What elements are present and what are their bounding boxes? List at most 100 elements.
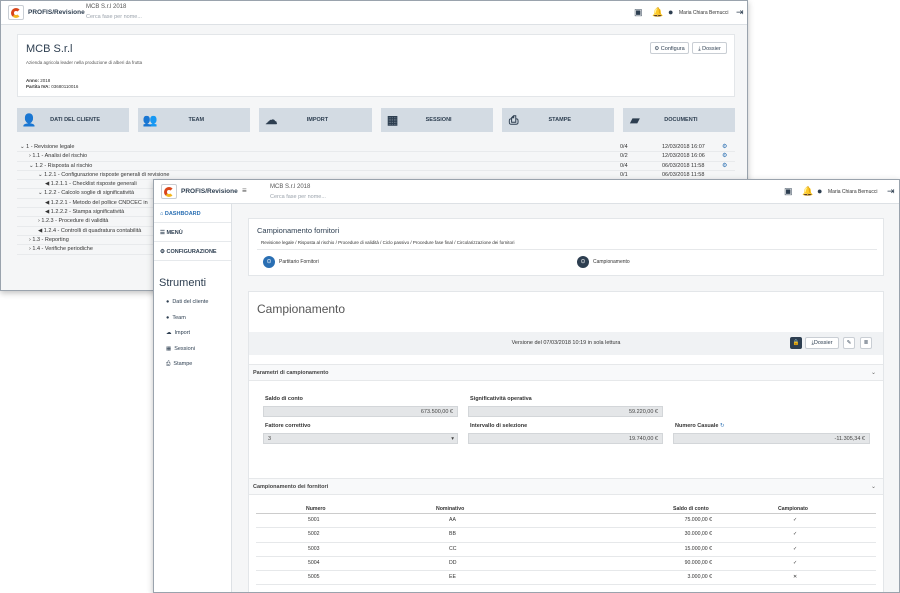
breadcrumb-item[interactable]: Procedure fase final bbox=[413, 240, 453, 245]
table-row[interactable]: 5005 EE 3.000,00 € ✕ bbox=[256, 571, 876, 586]
gear-icon[interactable]: ⚙ bbox=[722, 152, 727, 159]
tile-team[interactable]: 👥 TEAM bbox=[138, 108, 251, 132]
hamburger-icon[interactable]: ≡ bbox=[242, 186, 247, 195]
tree-row[interactable]: ⌄ 1 - Revisione legale 0/4 12/03/2018 16:0… bbox=[17, 143, 735, 153]
version-text: Versione del 07/03/2018 10:19 in sola le… bbox=[511, 340, 621, 346]
client-title: MCB S.r.l 2018 bbox=[86, 4, 127, 10]
intervallo-label: Intervallo di selezione bbox=[470, 423, 528, 429]
chevron-down-icon[interactable]: ⌄ bbox=[871, 369, 876, 376]
tile-documenti[interactable]: ▰ DOCUMENTI bbox=[622, 108, 736, 132]
cell-campionato: ✕ bbox=[793, 574, 798, 581]
breadcrumb-item[interactable]: Revisione legale bbox=[261, 240, 294, 245]
fattore-label: Fattore correttivo bbox=[265, 423, 311, 429]
cell-numero: 5002 bbox=[308, 531, 320, 538]
tool-sessioni[interactable]: ▦ Sessioni bbox=[154, 342, 231, 358]
dossier-button[interactable]: ⤓ Dossier bbox=[692, 42, 727, 54]
step-label-2[interactable]: Campionamento bbox=[593, 259, 630, 265]
saldo-label: Saldo di conto bbox=[265, 396, 303, 402]
nav-label: MENÙ bbox=[166, 230, 183, 236]
nav-label: CONFIGURAZIONE bbox=[166, 249, 217, 255]
caret-down-icon: ▾ bbox=[451, 436, 454, 442]
refresh-icon[interactable]: ↻ bbox=[720, 423, 725, 429]
table-header-bar[interactable]: Campionamento dei fornitori ⌄ bbox=[249, 478, 883, 495]
cell-numero: 5001 bbox=[308, 517, 320, 523]
step-label-1[interactable]: Partitario Fornitori bbox=[279, 259, 319, 265]
tile-sessioni[interactable]: ▦ SESSIONI bbox=[380, 108, 493, 132]
user-icon: 👤 bbox=[21, 113, 37, 127]
cell-saldo: 30.000,00 € bbox=[684, 531, 712, 538]
client-card: MCB S.r.l Azienda agricola leader nella … bbox=[17, 34, 735, 97]
gear-icon[interactable]: ⚙ bbox=[722, 143, 727, 150]
tile-stampe[interactable]: ⎙ STAMPE bbox=[501, 108, 614, 132]
tool-import[interactable]: ☁ Import bbox=[154, 326, 231, 342]
nav-menu[interactable]: ☰ MENÙ bbox=[154, 223, 231, 242]
logout-icon[interactable]: ⇥ bbox=[887, 186, 895, 197]
tree-count: 0/2 bbox=[620, 153, 628, 160]
tree-date: 06/03/2018 11:58 bbox=[662, 171, 705, 178]
tree-row-label: ◀ 1.2.2.2 - Stampa significatività bbox=[45, 209, 125, 216]
table-row[interactable]: 5001 AA 75.000,00 € ✓ bbox=[256, 514, 876, 529]
table-title: Campionamento dei fornitori bbox=[253, 484, 329, 490]
col-nominativo: Nominativo bbox=[436, 506, 465, 512]
foreground-window: PROFIS/Revisione ≡ MCB S.r.l 2018 Cerca … bbox=[153, 179, 900, 593]
cell-campionato: ✓ bbox=[793, 545, 798, 552]
strumenti-title: Strumenti bbox=[159, 277, 207, 289]
lock-icon[interactable]: 🔒 bbox=[790, 337, 802, 349]
gear-icon[interactable]: ⚙ bbox=[722, 162, 727, 169]
dossier-button[interactable]: ⤓Dossier bbox=[805, 337, 839, 349]
cell-saldo: 3.000,00 € bbox=[687, 574, 712, 581]
monitor-icon[interactable]: ▣ bbox=[634, 7, 643, 18]
breadcrumb-item[interactable]: Risposta al rischio bbox=[298, 240, 335, 245]
table-row[interactable]: 5003 CC 15.000,00 € ✓ bbox=[256, 543, 876, 557]
tool-dati-cliente[interactable]: ● Dati del cliente bbox=[154, 295, 231, 311]
tree-count: 0/1 bbox=[620, 171, 628, 178]
breadcrumb-item[interactable]: Ciclo passivo bbox=[383, 240, 410, 245]
nav-dashboard[interactable]: ⌂ DASHBOARD bbox=[154, 204, 231, 223]
step-icon-2[interactable]: ⊙ bbox=[577, 256, 589, 268]
tree-row[interactable]: ⌄ 1.2 - Risposta al rischio 0/4 06/03/2018… bbox=[17, 162, 735, 171]
calendar-icon: ▦ bbox=[386, 113, 399, 127]
breadcrumb-item[interactable]: Circolarizzazione dei fornitori bbox=[457, 240, 515, 245]
menu-icon[interactable]: ≣ bbox=[860, 337, 872, 349]
monitor-icon[interactable]: ▣ bbox=[784, 186, 793, 197]
user-name[interactable]: Maria Chiara Bernucci bbox=[679, 10, 728, 16]
user-name[interactable]: Maria Chiara Bernucci bbox=[828, 189, 877, 195]
bell-icon[interactable]: 🔔 bbox=[802, 186, 813, 197]
tile-import[interactable]: ☁ IMPORT bbox=[259, 108, 372, 132]
nav-configurazione[interactable]: ⚙ CONFIGURAZIONE bbox=[154, 242, 231, 261]
step-icon-1[interactable]: ⊙ bbox=[263, 256, 275, 268]
configura-button[interactable]: ⚙ Configura bbox=[650, 42, 689, 54]
table-row[interactable]: 5002 BB 30.000,00 € ✓ bbox=[256, 528, 876, 543]
table-row[interactable]: 5004 DD 90.000,00 € ✓ bbox=[256, 557, 876, 572]
logo bbox=[8, 5, 24, 20]
gear-icon: ⚙ bbox=[654, 45, 660, 52]
tree-row-label: ◀ 1.2.2.1 - Metodo del pollice CNDCEC in bbox=[45, 199, 148, 206]
attach-icon[interactable]: ✎ bbox=[843, 337, 855, 349]
logout-icon[interactable]: ⇥ bbox=[736, 7, 744, 18]
user-icon: ● bbox=[166, 299, 170, 305]
cell-numero: 5003 bbox=[308, 545, 320, 552]
params-title: Parametri di campionamento bbox=[253, 370, 329, 376]
chevron-down-icon[interactable]: ⌄ bbox=[871, 483, 876, 490]
tree-row-label: ◀ 1.2.1.1 - Checklist risposte generali bbox=[45, 181, 137, 188]
params-header[interactable]: Parametri di campionamento ⌄ bbox=[249, 364, 883, 381]
bell-icon[interactable]: 🔔 bbox=[652, 7, 663, 18]
search-input[interactable]: Cerca fase per nome... bbox=[270, 194, 326, 200]
search-input[interactable]: Cerca fase per nome... bbox=[86, 14, 142, 20]
cell-nominativo: AA bbox=[449, 517, 456, 523]
tree-text: 1.1 - Analisi del rischio bbox=[32, 153, 88, 160]
breadcrumb-item[interactable]: Procedure di validità bbox=[338, 240, 379, 245]
tree-row[interactable]: › 1.1 - Analisi del rischio 0/2 12/03/2018… bbox=[17, 152, 735, 162]
tool-label: Stampe bbox=[173, 361, 193, 367]
numcas-label: Numero Casuale bbox=[675, 423, 719, 429]
fattore-select[interactable]: 3 ▾ bbox=[263, 433, 458, 444]
client-title: MCB S.r.l 2018 bbox=[270, 184, 311, 190]
anno-row: Anno: 2018 bbox=[26, 78, 50, 83]
tree-text: 1.2 - Risposta al rischio bbox=[35, 162, 93, 169]
tool-label: Sessioni bbox=[174, 345, 195, 352]
tile-dati-cliente[interactable]: 👤 DATI DEL CLIENTE bbox=[17, 108, 130, 132]
folder-icon: ▰ bbox=[630, 113, 640, 127]
tool-team[interactable]: ● Team bbox=[154, 311, 231, 327]
numcas-label-row: Numero Casuale ↻ bbox=[675, 423, 725, 429]
tool-stampe[interactable]: ⎙ Stampe bbox=[154, 357, 231, 373]
